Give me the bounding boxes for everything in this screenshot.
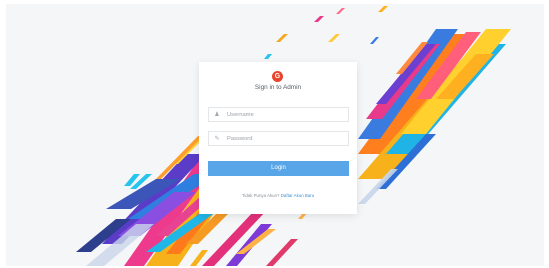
signup-prompt: Tidak Punya Akun? <box>241 193 280 198</box>
username-input[interactable] <box>227 109 345 120</box>
brand-logo-icon: G <box>272 71 283 82</box>
login-page: G Sign in to Admin ♟ ✎ Login Tidak Punya… <box>0 0 549 268</box>
signup-link[interactable]: Daftar Akun Baru <box>281 193 314 198</box>
password-field[interactable]: ✎ <box>208 131 349 146</box>
key-icon: ✎ <box>214 136 220 142</box>
user-icon: ♟ <box>214 112 220 118</box>
login-button[interactable]: Login <box>208 161 349 176</box>
password-input[interactable] <box>227 133 345 144</box>
login-card: G Sign in to Admin ♟ ✎ Login Tidak Punya… <box>199 62 357 214</box>
signup-line: Tidak Punya Akun? Daftar Akun Baru <box>199 193 357 198</box>
username-field[interactable]: ♟ <box>208 107 349 122</box>
login-title: Sign in to Admin <box>254 84 302 91</box>
